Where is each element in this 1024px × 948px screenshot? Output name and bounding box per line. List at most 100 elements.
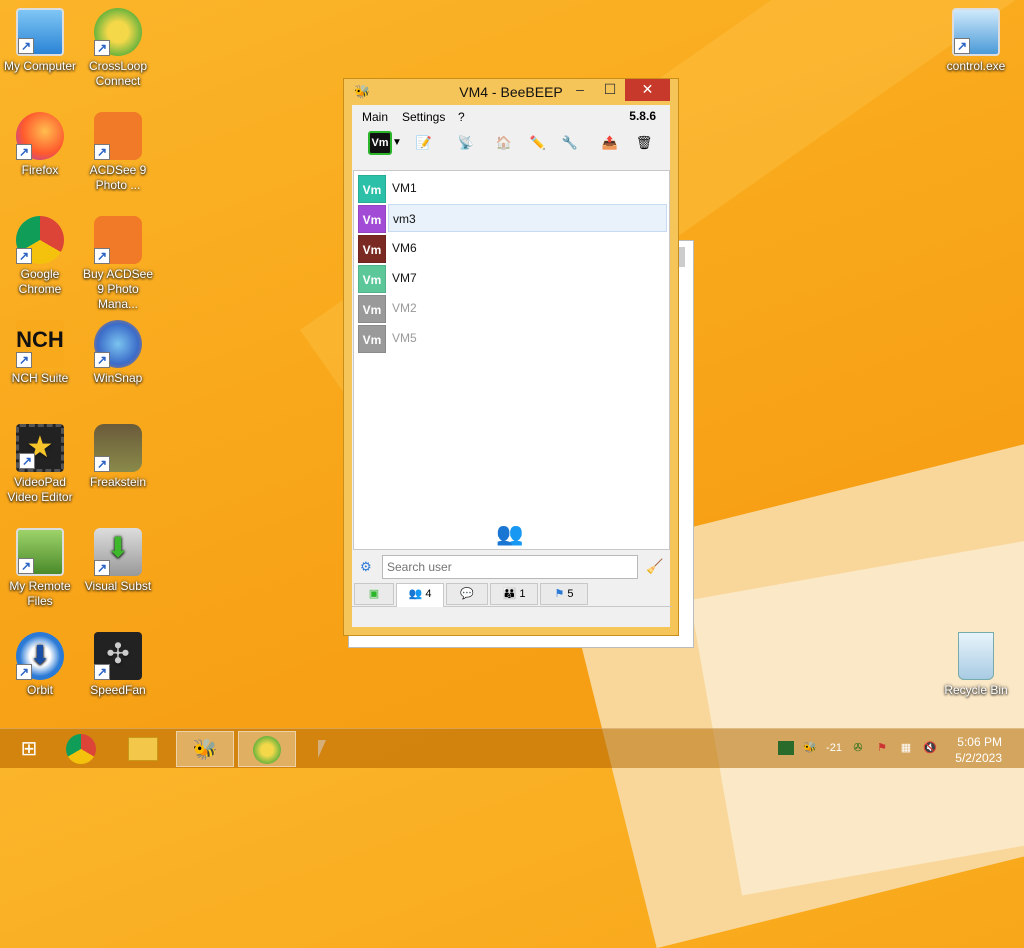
share-flag-icon: ⚑	[554, 588, 565, 600]
desktop-icon-nch[interactable]: NCH ↗ NCH Suite	[0, 320, 80, 386]
self-avatar-button[interactable]: Vm	[368, 131, 392, 155]
chat-list-icon: ▣	[368, 588, 380, 600]
share-icon[interactable]: 📤	[598, 131, 622, 155]
user-name: VM6	[392, 241, 417, 255]
desktop-icon-my-computer[interactable]: ↗ My Computer	[0, 8, 80, 74]
computer-icon: ↗	[16, 8, 64, 56]
speedfan-tray-icon[interactable]: ✇	[850, 741, 866, 755]
beebeep-window: 🐝 VM4 - BeeBEEP – ☐ ✕ Main Settings ? 5.…	[343, 78, 679, 636]
title-bar[interactable]: 🐝 VM4 - BeeBEEP – ☐ ✕	[344, 79, 678, 105]
start-button[interactable]: ⊞	[0, 731, 58, 767]
maximize-button[interactable]: ☐	[596, 79, 624, 101]
firefox-icon: ↗	[16, 112, 64, 160]
desktop-icon-crossloop[interactable]: ↗ CrossLoop Connect	[78, 8, 158, 89]
chrome-icon	[66, 734, 96, 764]
chevron-down-icon[interactable]: ▼	[390, 131, 404, 155]
clear-search-icon[interactable]: 🧹	[646, 558, 663, 575]
orbit-icon: ⬇ ↗	[16, 632, 64, 680]
desktop-icon-winsnap[interactable]: ↗ WinSnap	[78, 320, 158, 386]
control-panel-icon: ↗	[952, 8, 1000, 56]
user-name: VM5	[392, 331, 417, 345]
desktop-icon-videopad[interactable]: ★ ↗ VideoPad Video Editor	[0, 424, 80, 505]
clock-time: 5:06 PM	[957, 735, 1002, 749]
volume-muted-icon[interactable]: 🔇	[922, 741, 938, 755]
chrome-icon: ↗	[16, 216, 64, 264]
tab-shares[interactable]: ⚑ 5	[540, 583, 588, 605]
tools-icon[interactable]: 🔧	[558, 131, 582, 155]
acdsee-icon: ↗	[94, 112, 142, 160]
freakstein-icon: ↗	[94, 424, 142, 472]
menu-help[interactable]: ?	[458, 110, 465, 124]
user-row[interactable]: Vm VM1	[354, 173, 669, 203]
avatar: Vm	[358, 235, 386, 263]
user-name: VM7	[392, 271, 417, 285]
battery-icon[interactable]	[778, 741, 794, 755]
toolbar: Vm ▼ 📝 📡 🏠 ✏️ 🔧 📤 🗑	[352, 127, 670, 157]
avatar: Vm	[358, 265, 386, 293]
menu-settings[interactable]: Settings	[402, 110, 445, 124]
taskbar-crossloop[interactable]	[238, 731, 296, 767]
user-row[interactable]: Vm vm3	[354, 203, 669, 233]
group-icon[interactable]: 🏠	[492, 131, 516, 155]
speedfan-icon: ✣ ↗	[94, 632, 142, 680]
close-button[interactable]: ✕	[625, 79, 670, 101]
user-row[interactable]: Vm VM2	[354, 293, 669, 323]
remote-files-icon: ↗	[16, 528, 64, 576]
user-row[interactable]: Vm VM7	[354, 263, 669, 293]
avatar: Vm	[358, 295, 386, 323]
desktop-icon-control-exe[interactable]: ↗ control.exe	[936, 8, 1016, 74]
videopad-icon: ★ ↗	[16, 424, 64, 472]
chat-bubbles-icon: 💬	[460, 588, 474, 600]
search-input[interactable]	[382, 555, 638, 579]
menu-main[interactable]: Main	[362, 110, 388, 124]
temperature-readout[interactable]: -21	[824, 741, 844, 755]
window-client: Main Settings ? 5.8.6 Vm ▼ 📝 📡 🏠 ✏️ 🔧 📤 …	[352, 105, 672, 627]
user-name: VM2	[392, 301, 417, 315]
desktop-icon-visual-subst[interactable]: ⬇ ↗ Visual Subst	[78, 528, 158, 594]
visual-subst-icon: ⬇ ↗	[94, 528, 142, 576]
desktop-icon-freakstein[interactable]: ↗ Freakstein	[78, 424, 158, 490]
crossloop-icon: ↗	[94, 8, 142, 56]
taskbar-chrome[interactable]	[52, 731, 110, 767]
minimize-button[interactable]: –	[566, 79, 594, 101]
network-tray-icon[interactable]: ▦	[898, 741, 914, 755]
search-bar: ⚙ 🧹	[352, 555, 672, 581]
users-icon: 👥	[496, 521, 524, 546]
version-label: 5.8.6	[629, 109, 656, 123]
taskbar-beebeep[interactable]: 🐝	[176, 731, 234, 767]
user-name: vm3	[393, 212, 416, 226]
desktop-icon-chrome[interactable]: ↗ Google Chrome	[0, 216, 80, 297]
taskbar-file-explorer[interactable]	[114, 731, 172, 767]
edit-profile-icon[interactable]: 📝	[412, 131, 436, 155]
desktop-icon-acdsee[interactable]: ↗ ACDSee 9 Photo ...	[78, 112, 158, 193]
clock[interactable]: 5:06 PM 5/2/2023	[955, 734, 1002, 766]
folder-icon	[128, 737, 158, 761]
desktop-icon-recycle-bin[interactable]: Recycle Bin	[936, 632, 1016, 698]
trash-icon[interactable]: 🗑	[632, 131, 656, 155]
avatar: Vm	[358, 325, 386, 353]
bee-icon: 🐝	[192, 739, 218, 761]
tab-bar: ▣ 👥 4 💬 👪 1 ⚑ 5	[352, 583, 672, 607]
winsnap-icon: ↗	[94, 320, 142, 368]
avatar: Vm	[358, 205, 386, 233]
tab-chat-list[interactable]: ▣	[354, 583, 394, 605]
desktop-icon-firefox[interactable]: ↗ Firefox	[0, 112, 80, 178]
user-row[interactable]: Vm VM5	[354, 323, 669, 353]
menu-bar: Main Settings ? 5.8.6	[352, 105, 670, 127]
gear-icon[interactable]: ⚙	[360, 559, 372, 575]
flag-icon[interactable]: ⚑	[874, 741, 890, 755]
compose-icon[interactable]: ✏️	[526, 131, 550, 155]
desktop-icon-orbit[interactable]: ⬇ ↗ Orbit	[0, 632, 80, 698]
desktop-icon-acdsee-buy[interactable]: ↗ Buy ACDSee 9 Photo Mana...	[78, 216, 158, 312]
desktop-icon-remote-files[interactable]: ↗ My Remote Files	[0, 528, 80, 609]
tab-users[interactable]: 👥 4	[396, 583, 444, 607]
tab-chats[interactable]: 💬	[446, 583, 488, 605]
tab-groups[interactable]: 👪 1	[490, 583, 538, 605]
network-icon[interactable]: 📡	[454, 131, 478, 155]
acdsee-buy-icon: ↗	[94, 216, 142, 264]
desktop-icon-speedfan[interactable]: ✣ ↗ SpeedFan	[78, 632, 158, 698]
users-tab-icon: 👥	[408, 588, 423, 600]
crossloop-icon	[253, 736, 281, 764]
bee-tray-icon[interactable]: 🐝	[802, 741, 818, 755]
user-row[interactable]: Vm VM6	[354, 233, 669, 263]
